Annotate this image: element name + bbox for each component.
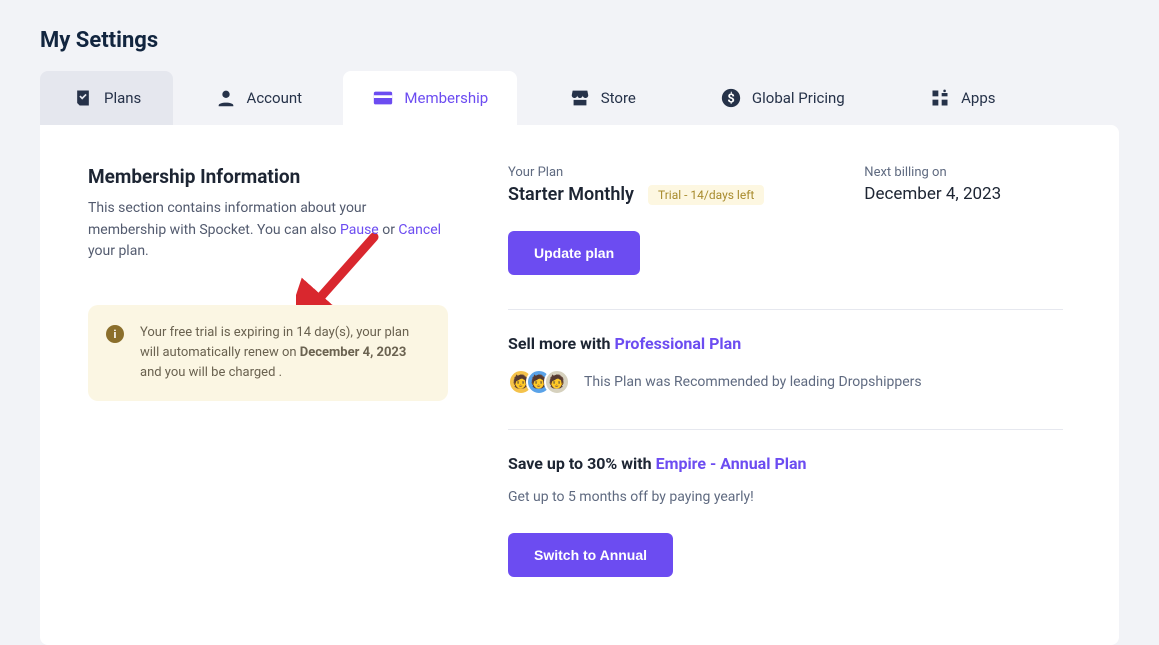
switch-to-annual-button[interactable]: Switch to Annual xyxy=(508,533,673,577)
plan-name: Starter Monthly xyxy=(508,184,634,205)
divider xyxy=(508,309,1063,310)
store-icon xyxy=(569,87,591,109)
avatar: 🧑 xyxy=(544,369,570,395)
tab-label: Plans xyxy=(104,89,141,107)
membership-info-text: This section contains information about … xyxy=(88,198,448,263)
cancel-link[interactable]: Cancel xyxy=(398,222,441,238)
next-billing-block: Next billing on December 4, 2023 xyxy=(864,165,1001,205)
empire-plan-link[interactable]: Empire - Annual Plan xyxy=(656,454,807,473)
dollar-icon: $ xyxy=(720,87,742,109)
tab-label: Apps xyxy=(961,89,995,107)
tab-label: Store xyxy=(601,89,636,107)
pause-link[interactable]: Pause xyxy=(340,222,379,238)
tab-account[interactable]: Account xyxy=(173,71,343,125)
text-part: Save up to 30% with xyxy=(508,454,656,473)
membership-info-heading: Membership Information xyxy=(88,165,448,188)
tag-icon xyxy=(72,87,94,109)
tab-membership[interactable]: Membership xyxy=(343,71,517,125)
recommendation-row: 🧑 🧑 🧑 This Plan was Recommended by leadi… xyxy=(508,369,1063,395)
notice-text: and you will be charged . xyxy=(140,365,282,380)
promo-empire-subtext: Get up to 5 months off by paying yearly! xyxy=(508,489,1063,505)
content-panel: Membership Information This section cont… xyxy=(40,125,1119,645)
next-billing-date: December 4, 2023 xyxy=(864,184,1001,204)
tab-label: Account xyxy=(247,89,303,107)
card-icon xyxy=(372,87,394,109)
notice-date: December 4, 2023 xyxy=(300,345,407,360)
text-part: This section contains information about … xyxy=(88,200,366,238)
tab-global-pricing[interactable]: $ Global Pricing xyxy=(687,71,877,125)
tab-label: Membership xyxy=(404,89,488,107)
trial-notice: i Your free trial is expiring in 14 day(… xyxy=(88,305,448,401)
apps-icon xyxy=(929,87,951,109)
divider xyxy=(508,429,1063,430)
tab-apps[interactable]: Apps xyxy=(877,71,1047,125)
info-icon: i xyxy=(106,325,124,343)
promo-empire-heading: Save up to 30% with Empire - Annual Plan xyxy=(508,454,1063,473)
avatar-stack: 🧑 🧑 🧑 xyxy=(508,369,570,395)
page-title: My Settings xyxy=(40,28,1119,53)
svg-text:$: $ xyxy=(727,92,734,107)
professional-plan-link[interactable]: Professional Plan xyxy=(615,334,742,353)
next-billing-label: Next billing on xyxy=(864,165,1001,180)
promo-professional-heading: Sell more with Professional Plan xyxy=(508,334,1063,353)
tab-plans[interactable]: Plans xyxy=(40,71,173,125)
your-plan-block: Your Plan Starter Monthly Trial - 14/day… xyxy=(508,165,764,205)
tabs: Plans Account Membership Store $ Global … xyxy=(40,71,1119,125)
recommendation-text: This Plan was Recommended by leading Dro… xyxy=(584,374,922,390)
your-plan-label: Your Plan xyxy=(508,165,764,180)
text-part: or xyxy=(379,222,399,238)
update-plan-button[interactable]: Update plan xyxy=(508,231,640,275)
tab-label: Global Pricing xyxy=(752,89,845,107)
tab-store[interactable]: Store xyxy=(517,71,687,125)
text-part: Sell more with xyxy=(508,334,615,353)
text-part: your plan. xyxy=(88,243,149,259)
trial-badge: Trial - 14/days left xyxy=(648,185,764,205)
person-icon xyxy=(215,87,237,109)
